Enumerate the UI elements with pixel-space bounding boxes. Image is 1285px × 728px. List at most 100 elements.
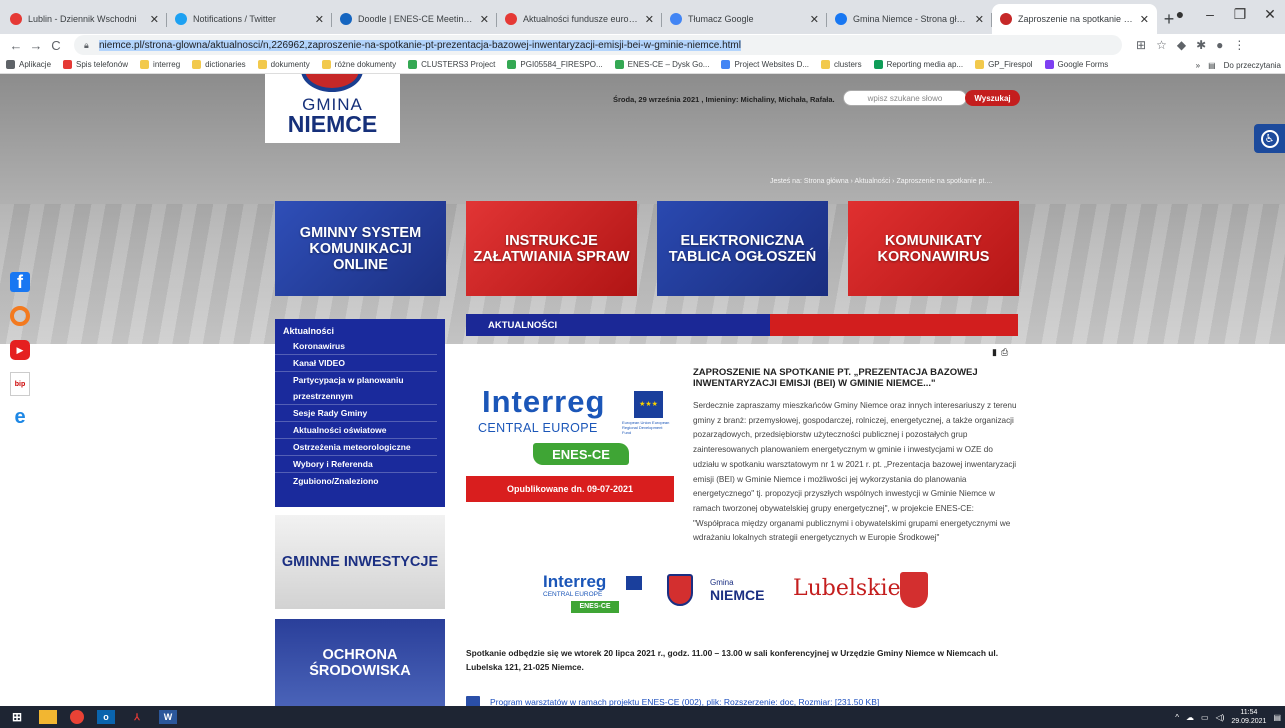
funds-icon [505, 13, 517, 25]
menu-item[interactable]: Ostrzeżenia meteorologiczne [275, 439, 437, 456]
bookmark-item[interactable]: dictionaries [192, 60, 246, 69]
search-input[interactable]: wpisz szukane słowo [843, 90, 967, 106]
tile-koronawirus[interactable]: KOMUNIKATY KORONAWIRUS [848, 201, 1019, 296]
bookmark-icon [614, 60, 624, 69]
section-title: AKTUALNOŚCI [488, 319, 558, 331]
partner-logos: Interreg CENTRAL EUROPE ENES-CE Gmina NI… [543, 570, 933, 616]
menu-item[interactable]: Sesje Rady Gminy [275, 405, 437, 422]
bookmark-label: Project Websites D... [734, 60, 810, 69]
account-icon[interactable]: ● [1216, 38, 1223, 52]
word-icon[interactable]: W [159, 710, 177, 724]
chrome-icon[interactable] [70, 710, 84, 724]
file-explorer-icon[interactable] [39, 710, 57, 724]
clock[interactable]: 11:54 29.09.2021 [1231, 708, 1266, 726]
maximize-button[interactable]: ❐ [1225, 6, 1255, 23]
bookmark-item[interactable]: Google Forms [1044, 60, 1108, 69]
facebook-icon[interactable]: f [10, 272, 30, 292]
start-icon[interactable]: ⊞ [8, 710, 26, 724]
tile-inwestycje[interactable]: GMINNE INWESTYCJE [275, 515, 445, 609]
close-tab-icon[interactable]: ✕ [975, 13, 984, 26]
bookmark-item[interactable]: interreg [140, 60, 180, 69]
close-tab-icon[interactable]: ✕ [645, 13, 654, 26]
network-icon[interactable]: ▭ [1201, 713, 1209, 722]
menu-item[interactable]: Kanał VIDEO [275, 355, 437, 372]
close-tab-icon[interactable]: ✕ [150, 13, 159, 26]
accessibility-button[interactable]: ♿︎ [1254, 124, 1285, 153]
translate-page-icon[interactable]: ⊞ [1136, 38, 1146, 52]
browser-tab[interactable]: Lublin - Dziennik Wschodni ✕ [2, 4, 167, 34]
puzzle-icon[interactable]: ✱ [1196, 38, 1206, 52]
search-button[interactable]: Wyszukaj [965, 90, 1020, 106]
menu-item[interactable]: Aktualności oświatowe [275, 422, 437, 439]
browser-tab[interactable]: Gmina Niemce - Strona główna ✕ [827, 4, 992, 34]
close-tab-icon[interactable]: ✕ [315, 13, 324, 26]
bookmark-item[interactable]: PGI05584_FIRESPO... [507, 60, 603, 69]
epuap-icon[interactable]: e [10, 406, 30, 428]
browser-tab[interactable]: Aktualności fundusze europejsk ✕ [497, 4, 662, 34]
bookmark-item[interactable]: dokumenty [257, 60, 310, 69]
eu-flag-icon: ★★★ [634, 391, 663, 418]
more-bookmarks-icon[interactable]: » [1196, 61, 1200, 70]
bookmark-item[interactable]: clusters [821, 60, 862, 69]
bookmark-item[interactable]: ENES-CE – Dysk Go... [614, 60, 709, 69]
tile-komunikacja[interactable]: GMINNY SYSTEM KOMUNIKACJI ONLINE [275, 201, 446, 296]
tile-ochrona[interactable]: OCHRONA ŚRODOWISKA [275, 619, 445, 706]
browser-tab[interactable]: Notifications / Twitter ✕ [167, 4, 332, 34]
back-button[interactable]: ← [6, 38, 26, 53]
menu-item[interactable]: Wybory i Referenda [275, 456, 437, 473]
onedrive-icon[interactable]: ☁ [1186, 713, 1194, 722]
tray-chevron-icon[interactable]: ^ [1175, 713, 1179, 722]
menu-item[interactable]: Partycypacja w planowaniu przestrzennym [275, 372, 437, 405]
browser-tab[interactable]: Zaproszenie na spotkanie pt. „Pr ✕ [992, 4, 1157, 34]
bookmark-item[interactable]: Reporting media ap... [873, 60, 963, 69]
central-europe-text: CENTRAL EUROPE [478, 421, 598, 435]
bookmark-label: dokumenty [270, 60, 310, 69]
volume-icon[interactable]: ◁) [1216, 713, 1225, 722]
browser-tab[interactable]: Doodle | ENES-CE Meeting in Bu ✕ [332, 4, 497, 34]
youtube-icon[interactable]: ▶ [10, 340, 30, 360]
minimize-button[interactable]: – [1195, 6, 1225, 22]
bookmark-item[interactable]: Spis telefonów [63, 60, 128, 69]
reading-list-button[interactable]: Do przeczytania [1224, 61, 1281, 70]
site-logo[interactable]: GMINA NIEMCE [265, 74, 400, 143]
clock-time: 11:54 [1240, 709, 1258, 716]
bookmark-item[interactable]: Project Websites D... [721, 60, 809, 69]
close-tab-icon[interactable]: ✕ [1140, 13, 1149, 26]
menu-icon[interactable]: ⋮ [1233, 38, 1245, 52]
pdf-icon[interactable]: ▮ [992, 347, 1001, 357]
attachment-link[interactable]: Program warsztatów w ramach projektu ENE… [466, 696, 879, 706]
attachment-label: Program warsztatów w ramach projektu ENE… [490, 696, 880, 707]
menu-heading[interactable]: Aktualności [275, 323, 445, 338]
bip-icon[interactable]: bip [10, 372, 30, 396]
bookmark-label: PGI05584_FIRESPO... [520, 60, 603, 69]
bookmark-item[interactable]: różne dokumenty [321, 60, 396, 69]
menu-item[interactable]: Koronawirus [275, 338, 437, 355]
menu-item[interactable]: Zgubiono/Znaleziono [275, 473, 437, 489]
browser-tab[interactable]: Tłumacz Google ✕ [662, 4, 827, 34]
bookmarks-bar: Aplikacje Spis telefonów interreg dictionar… [0, 56, 1285, 74]
reading-list-icon[interactable]: ▤ [1208, 61, 1216, 70]
tile-instrukcje[interactable]: INSTRUKCJE ZAŁATWIANIA SPRAW [466, 201, 637, 296]
reload-button[interactable]: C [46, 38, 66, 53]
tab-title: Tłumacz Google [688, 14, 754, 24]
close-tab-icon[interactable]: ✕ [810, 13, 819, 26]
extension-icon[interactable]: ◆ [1177, 38, 1186, 52]
tile-tablica[interactable]: ELEKTRONICZNA TABLICA OGŁOSZEŃ [657, 201, 828, 296]
bookmark-star-icon[interactable]: ☆ [1156, 38, 1167, 52]
header-banner [0, 74, 1285, 344]
bookmark-icon [63, 60, 73, 69]
acrobat-icon[interactable]: ⅄ [128, 710, 146, 724]
outlook-icon[interactable]: o [97, 710, 115, 724]
close-window-button[interactable]: ✕ [1255, 6, 1285, 23]
bookmark-item[interactable]: GP_Firespol [975, 60, 1033, 69]
close-tab-icon[interactable]: ✕ [480, 13, 489, 26]
forward-button[interactable]: → [26, 38, 46, 53]
bookmark-item[interactable]: CLUSTERS3 Project [408, 60, 495, 69]
notifications-icon[interactable]: ▤ [1273, 713, 1281, 722]
address-bar[interactable]: 🔒︎ niemce.pl/strona-glowna/aktualnosci/n… [74, 35, 1122, 55]
bookmark-label: CLUSTERS3 Project [421, 60, 496, 69]
issuu-icon[interactable] [10, 306, 30, 326]
bookmark-item[interactable]: Aplikacje [6, 60, 51, 69]
print-icon[interactable]: ⎙ [1001, 347, 1012, 357]
profile-icon[interactable]: ● [1165, 6, 1195, 22]
